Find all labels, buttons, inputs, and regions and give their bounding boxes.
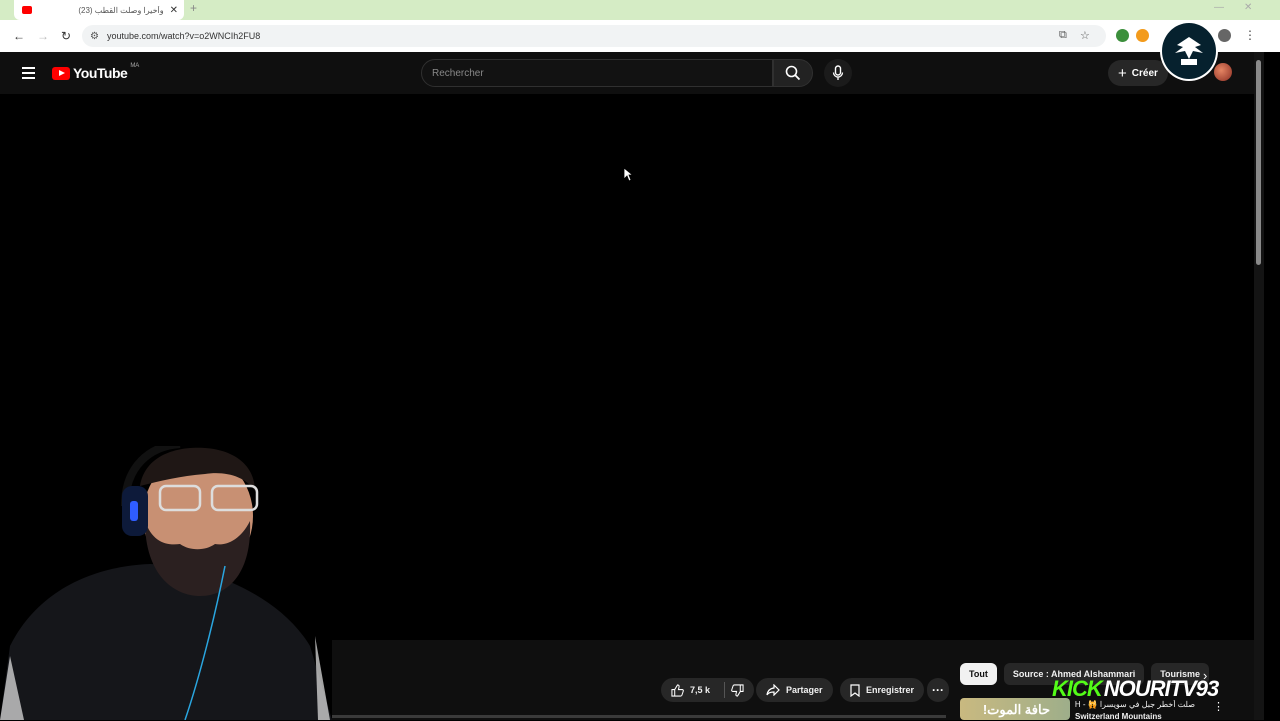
kick-watermark: KICKNOURITV93 [1052,676,1219,702]
scrollbar-thumb[interactable] [1256,60,1261,265]
menu-icon[interactable] [22,67,35,79]
share-icon [766,684,780,696]
search-icon [785,65,801,81]
streamer-webcam-image [0,446,332,720]
youtube-logo[interactable]: YouTube MA [52,63,140,81]
thumbnail-text: حافة الموت! [982,702,1050,717]
mouse-cursor-icon [623,167,633,182]
kick-brand: KICK [1052,676,1103,701]
youtube-play-icon [52,66,70,80]
close-tab-icon[interactable]: ✕ [170,5,178,16]
voice-search-button[interactable] [824,59,852,87]
extension-icon[interactable] [1136,29,1149,42]
youtube-favicon-icon [22,6,32,14]
create-label: Créer [1131,67,1158,79]
like-count: 7,5 k [690,685,711,695]
tab-title: وأخيرا وصلت القطب (23) [78,5,164,15]
install-app-icon[interactable]: ⧉ [1059,29,1067,42]
browser-menu-icon[interactable]: ⋮ [1244,28,1256,42]
logo-text: YouTube [73,65,128,81]
search-box [421,59,773,87]
minimize-icon[interactable]: — [1214,2,1224,13]
eagle-logo-icon [1175,37,1203,65]
channel-name: NOURITV93 [1103,676,1219,701]
bookmark-star-icon[interactable]: ☆ [1080,29,1090,42]
extension-icon[interactable] [1116,29,1129,42]
search-input[interactable] [432,67,772,79]
country-code: MA [130,63,140,69]
chip-all[interactable]: Tout [960,663,997,685]
thumbs-up-icon [671,683,684,697]
address-bar[interactable]: ⚙ youtube.com/watch?v=o2WNCIh2FU8 [82,25,1106,47]
account-avatar[interactable] [1214,63,1232,81]
new-tab-icon[interactable]: + [190,1,197,15]
share-button[interactable]: Partager [756,678,833,702]
plus-icon: + [1118,64,1127,82]
thumbs-down-icon[interactable] [731,683,744,697]
youtube-header: YouTube MA + Créer [0,52,1254,94]
page-scrollbar[interactable] [1254,52,1264,720]
bookmark-icon [850,683,860,697]
save-button[interactable]: Enregistrer [840,678,925,702]
create-button[interactable]: + Créer [1108,60,1168,86]
window-close-icon[interactable]: ✕ [1244,2,1252,13]
search-button[interactable] [773,59,813,87]
profile-icon[interactable] [1218,29,1231,42]
more-dots-icon: ··· [932,683,944,697]
more-actions-button[interactable]: ··· [927,678,949,702]
browser-tab[interactable]: وأخيرا وصلت القطب (23) ✕ [14,0,184,20]
microphone-icon [832,65,844,80]
back-icon[interactable]: ← [12,29,26,43]
like-divider [724,682,726,698]
like-button[interactable]: 7,5 k [661,678,755,702]
url-text: youtube.com/watch?v=o2WNCIh2FU8 [106,31,261,41]
browser-tab-bar: وأخيرا وصلت القطب (23) ✕ + — ✕ [0,0,1280,20]
save-label: Enregistrer [866,685,915,695]
share-label: Partager [786,685,823,695]
site-info-icon[interactable]: ⚙ [90,31,99,42]
channel-badge-logo [1160,21,1218,81]
webcam-overlay [0,446,332,720]
forward-icon[interactable]: → [36,29,50,43]
reload-icon[interactable]: ↻ [59,29,73,43]
browser-toolbar: ← → ↻ ⚙ youtube.com/watch?v=o2WNCIh2FU8 … [0,20,1280,52]
